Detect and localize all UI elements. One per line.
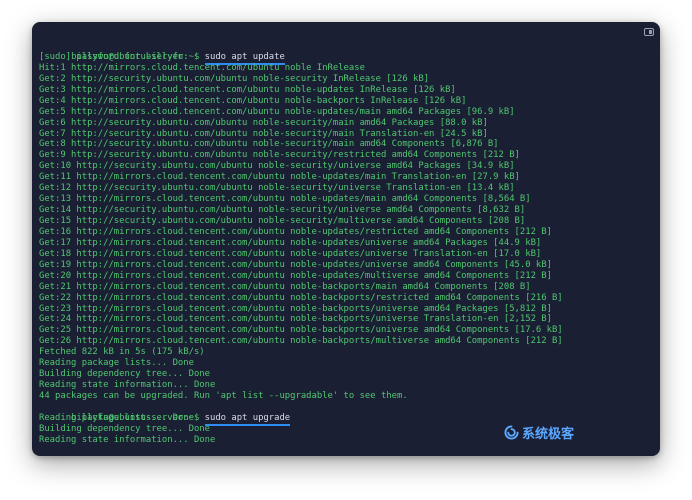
output-line: Get:4 http://mirrors.cloud.tencent.com/u… [39, 95, 467, 106]
output-line: [sudo] password for billyfu: [39, 51, 189, 62]
output-line: Get:6 http://security.ubuntu.com/ubuntu … [39, 117, 488, 128]
output-line: Reading package lists... Done [39, 358, 194, 369]
output-line: Get:22 http://mirrors.cloud.tencent.com/… [39, 292, 563, 303]
output-line: Fetched 822 kB in 5s (175 kB/s) [39, 347, 205, 358]
output-line: Get:25 http://mirrors.cloud.tencent.com/… [39, 325, 563, 336]
output-line: Get:18 http://mirrors.cloud.tencent.com/… [39, 248, 542, 259]
output-line: Get:15 http://security.ubuntu.com/ubuntu… [39, 216, 526, 226]
prompt-line: billyfu@ubuntu-server:~$ sudo apt update [39, 41, 652, 65]
output-line: Reading state information... Done [39, 380, 216, 391]
output-line: Get:7 http://security.ubuntu.com/ubuntu … [39, 128, 488, 139]
terminal-window[interactable]: billyfu@ubuntu-server:~$ sudo apt update… [32, 22, 660, 456]
output-line: Get:21 http://mirrors.cloud.tencent.com/… [39, 281, 531, 292]
output-line: Get:2 http://security.ubuntu.com/ubuntu … [39, 73, 430, 84]
output-line: Building dependency tree... Done [39, 369, 210, 380]
command-output: [sudo] password for billyfu: Hit:1 http:/… [39, 52, 652, 402]
output-line: Get:3 http://mirrors.cloud.tencent.com/u… [39, 84, 456, 95]
output-line: Get:10 http://security.ubuntu.com/ubuntu… [39, 161, 515, 172]
output-line: Get:16 http://mirrors.cloud.tencent.com/… [39, 226, 552, 237]
swirl-logo-icon [504, 425, 519, 440]
output-line: Get:12 http://security.ubuntu.com/ubuntu… [39, 183, 515, 194]
watermark-text: 系统极客 [521, 427, 574, 442]
terminal-output: billyfu@ubuntu-server:~$ sudo apt update… [39, 41, 652, 446]
output-line: Get:14 http://security.ubuntu.com/ubuntu… [39, 205, 526, 216]
output-line: Get:17 http://mirrors.cloud.tencent.com/… [39, 237, 542, 248]
output-line: Get:5 http://mirrors.cloud.tencent.com/u… [39, 106, 515, 117]
output-line: Get:8 http://security.ubuntu.com/ubuntu … [39, 139, 499, 150]
watermark: 系统极客 [504, 423, 574, 442]
output-line: Get:19 http://mirrors.cloud.tencent.com/… [39, 259, 552, 270]
command-text: sudo apt upgrade [204, 412, 291, 426]
output-line: Get:24 http://mirrors.cloud.tencent.com/… [39, 314, 552, 325]
prompt-line: billyfu@ubuntu-server:~$ sudo apt upgrad… [39, 402, 652, 426]
output-line: Hit:1 http://mirrors.cloud.tencent.com/u… [39, 62, 365, 73]
sidebar-toggle-icon[interactable] [644, 28, 654, 36]
output-line: 44 packages can be upgraded. Run 'apt li… [39, 391, 408, 401]
output-line: Get:9 http://security.ubuntu.com/ubuntu … [39, 150, 520, 161]
output-line: Get:26 http://mirrors.cloud.tencent.com/… [39, 336, 563, 347]
output-line: Get:23 http://mirrors.cloud.tencent.com/… [39, 303, 552, 314]
output-line: Get:20 http://mirrors.cloud.tencent.com/… [39, 270, 552, 281]
output-line: Get:13 http://mirrors.cloud.tencent.com/… [39, 194, 531, 205]
output-line: Get:11 http://mirrors.cloud.tencent.com/… [39, 172, 520, 183]
